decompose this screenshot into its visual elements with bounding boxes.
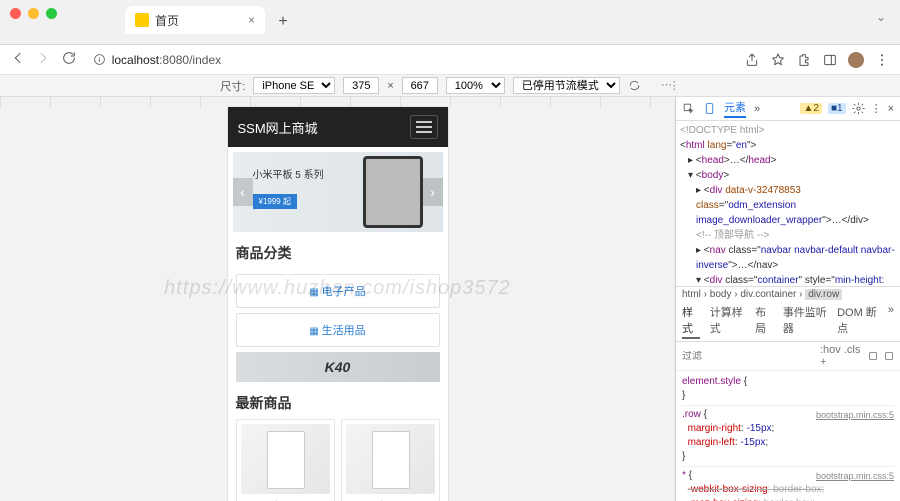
- settings-icon[interactable]: [852, 102, 865, 115]
- carousel-next-icon[interactable]: ›: [423, 178, 443, 206]
- tabs-dropdown-icon[interactable]: ⌄: [876, 10, 886, 24]
- profile-avatar[interactable]: [848, 52, 864, 68]
- product-image: [241, 424, 330, 494]
- styles-toggles[interactable]: :hov .cls +: [820, 344, 862, 368]
- address-bar[interactable]: localhost:8080/index: [93, 53, 734, 67]
- site-navbar: SSM网上商城: [228, 107, 448, 147]
- bookmark-icon[interactable]: [770, 52, 786, 68]
- mobile-frame: SSM网上商城 ‹ 小米平板 5 系列 ¥1999 起 › 商品分类 电子产品 …: [228, 107, 448, 501]
- throttle-select[interactable]: 已停用节流模式: [513, 77, 620, 94]
- inspect-icon[interactable]: [682, 102, 695, 115]
- styles-filter-input[interactable]: [682, 351, 814, 362]
- sidepanel-icon[interactable]: [822, 52, 838, 68]
- tree-doctype[interactable]: <!DOCTYPE html>: [680, 123, 896, 138]
- viewport: SSM网上商城 ‹ 小米平板 5 系列 ¥1999 起 › 商品分类 电子产品 …: [0, 97, 675, 501]
- new-tab-button[interactable]: +: [278, 13, 287, 31]
- product-card[interactable]: 商品6: [236, 419, 335, 501]
- tab-title: 首页: [155, 12, 179, 29]
- rotate-icon[interactable]: [628, 79, 641, 92]
- more-tabs-icon[interactable]: »: [754, 103, 760, 115]
- devtools-menu-icon[interactable]: ⋮: [871, 102, 882, 115]
- dombp-tab[interactable]: DOM 断点: [837, 304, 878, 339]
- ruler: [0, 97, 675, 107]
- url-path: /index: [189, 53, 221, 67]
- dim-x: ×: [387, 80, 393, 92]
- favicon: [135, 13, 149, 27]
- browser-tab[interactable]: 首页 ×: [125, 6, 265, 34]
- product-card[interactable]: 商品7: [341, 419, 440, 501]
- promo-banner[interactable]: K40: [236, 352, 440, 382]
- carousel-prev-icon[interactable]: ‹: [233, 178, 253, 206]
- elements-tab[interactable]: 元素: [724, 99, 746, 118]
- device-mode-icon[interactable]: [703, 102, 716, 115]
- url-host: localhost: [112, 53, 159, 67]
- more-styles-icon[interactable]: »: [888, 304, 894, 339]
- brand-title: SSM网上商城: [238, 118, 318, 137]
- collapse-icon[interactable]: [884, 350, 894, 362]
- kebab-menu-icon[interactable]: [874, 52, 890, 68]
- min-dot[interactable]: [28, 8, 39, 19]
- width-input[interactable]: [343, 77, 379, 94]
- carousel-price: ¥1999 起: [253, 194, 297, 209]
- height-input[interactable]: [402, 77, 438, 94]
- styles-tabs: 样式 计算样式 布局 事件监听器 DOM 断点 »: [676, 302, 900, 342]
- panel-icon[interactable]: [868, 350, 878, 362]
- dock-menu-icon[interactable]: ⋯: [661, 78, 672, 91]
- carousel[interactable]: ‹ 小米平板 5 系列 ¥1999 起 ›: [233, 152, 443, 232]
- devtools-panel: 元素 » ▲2 ■1 ⋮ × <!DOCTYPE html> <html lan…: [675, 97, 900, 501]
- category-link[interactable]: 生活用品: [236, 313, 440, 347]
- category-link[interactable]: 电子产品: [236, 274, 440, 308]
- carousel-image: [363, 156, 423, 228]
- styles-pane[interactable]: element.style {} bootstrap.min.css:5.row…: [676, 371, 900, 501]
- back-icon[interactable]: [10, 50, 26, 66]
- devtools-close-icon[interactable]: ×: [888, 103, 894, 115]
- site-info-icon[interactable]: [93, 53, 106, 66]
- styles-tab[interactable]: 样式: [682, 304, 700, 339]
- device-select[interactable]: iPhone SE: [253, 77, 335, 94]
- nav-buttons: [10, 50, 83, 69]
- max-dot[interactable]: [46, 8, 57, 19]
- section-new: 最新商品: [228, 387, 448, 419]
- url-port: :8080: [159, 53, 189, 67]
- dom-tree[interactable]: <!DOCTYPE html> <html lang="en"> ▸ <head…: [676, 121, 900, 286]
- share-icon[interactable]: [744, 52, 760, 68]
- product-image: [346, 424, 435, 494]
- size-label: 尺寸:: [220, 78, 245, 94]
- computed-tab[interactable]: 计算样式: [710, 304, 745, 339]
- layout-tab[interactable]: 布局: [755, 304, 773, 339]
- warnings-badge[interactable]: ▲2: [800, 103, 821, 114]
- listeners-tab[interactable]: 事件监听器: [783, 304, 827, 339]
- info-badge[interactable]: ■1: [828, 103, 846, 114]
- section-categories: 商品分类: [228, 237, 448, 269]
- hamburger-button[interactable]: [410, 115, 438, 139]
- close-dot[interactable]: [10, 8, 21, 19]
- zoom-select[interactable]: 100%: [446, 77, 505, 94]
- reload-icon[interactable]: [61, 50, 77, 66]
- carousel-title: 小米平板 5 系列: [253, 166, 324, 181]
- close-tab-icon[interactable]: ×: [248, 13, 255, 27]
- extensions-icon[interactable]: [796, 52, 812, 68]
- forward-icon[interactable]: [35, 50, 51, 66]
- device-toolbar: 尺寸: iPhone SE × 100% 已停用节流模式 ⋮: [0, 75, 900, 97]
- window-controls[interactable]: [0, 0, 67, 27]
- breadcrumb[interactable]: html › body › div.container › div.row: [676, 286, 900, 302]
